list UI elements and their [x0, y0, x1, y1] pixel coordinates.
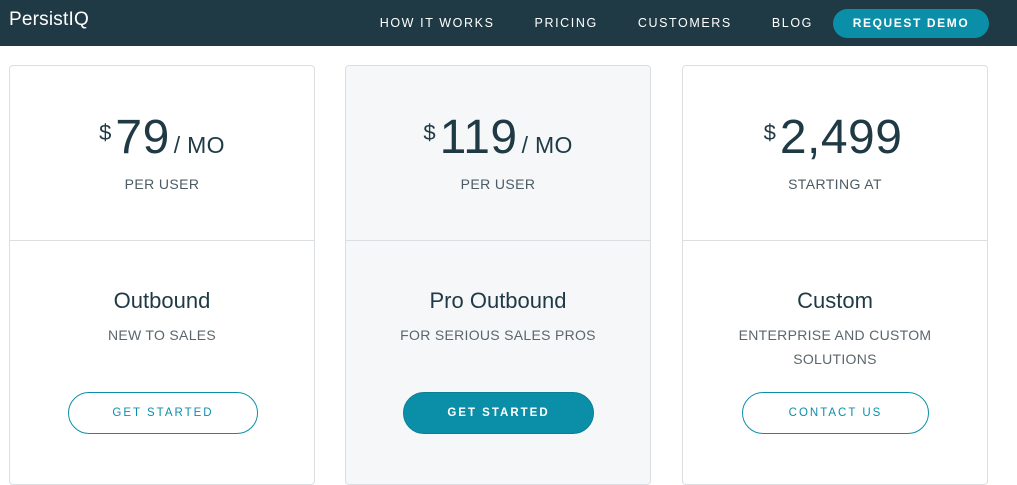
plan-price-section: $79/ MO PER USER [10, 66, 314, 241]
price-period: / MO [173, 132, 225, 158]
nav-link-customers[interactable]: CUSTOMERS [638, 16, 732, 30]
plan-card-custom: $2,499 STARTING AT Custom ENTERPRISE AND… [682, 65, 988, 485]
plan-card-outbound: $79/ MO PER USER Outbound NEW TO SALES G… [9, 65, 315, 485]
persistiq-logo[interactable]: PersistIQ [9, 9, 89, 31]
plan-name: Pro Outbound [429, 288, 567, 313]
plan-price-section: $2,499 STARTING AT [683, 66, 987, 241]
currency-symbol: $ [763, 120, 776, 145]
price-amount: 2,499 [779, 111, 903, 164]
price-subtitle: PER USER [124, 176, 200, 192]
currency-symbol: $ [99, 120, 112, 145]
price-subtitle: STARTING AT [788, 176, 882, 192]
nav-link-pricing[interactable]: PRICING [535, 16, 598, 30]
get-started-button[interactable]: GET STARTED [68, 392, 258, 434]
request-demo-button[interactable]: REQUEST DEMO [833, 8, 989, 38]
nav-link-blog[interactable]: BLOG [772, 16, 813, 30]
plan-description: NEW TO SALES [107, 327, 217, 343]
plan-price: $2,499 [683, 110, 987, 165]
price-amount: 119 [439, 111, 518, 164]
plan-card-pro-outbound: $119/ MO PER USER Pro Outbound FOR SERIO… [345, 65, 651, 485]
plan-price-section: $119/ MO PER USER [346, 66, 650, 241]
plan-description: FOR SERIOUS SALES PROS [400, 327, 596, 343]
plan-price: $79/ MO [10, 110, 314, 165]
currency-symbol: $ [423, 120, 436, 145]
nav-links: HOW IT WORKS PRICING CUSTOMERS BLOG REQU… [380, 0, 989, 46]
price-subtitle: PER USER [460, 176, 536, 192]
plan-name: Outbound [113, 288, 211, 313]
contact-us-button[interactable]: CONTACT US [742, 392, 929, 434]
nav-link-how-it-works[interactable]: HOW IT WORKS [380, 16, 495, 30]
plan-description: ENTERPRISE AND CUSTOM SOLUTIONS [738, 327, 932, 367]
get-started-button[interactable]: GET STARTED [403, 392, 594, 434]
pricing-plans: $79/ MO PER USER Outbound NEW TO SALES G… [0, 46, 1017, 485]
price-amount: 79 [115, 111, 170, 164]
top-navbar: PersistIQ HOW IT WORKS PRICING CUSTOMERS… [0, 0, 1017, 46]
plan-price: $119/ MO [346, 110, 650, 165]
price-period: / MO [521, 132, 573, 158]
plan-name: Custom [797, 288, 873, 313]
